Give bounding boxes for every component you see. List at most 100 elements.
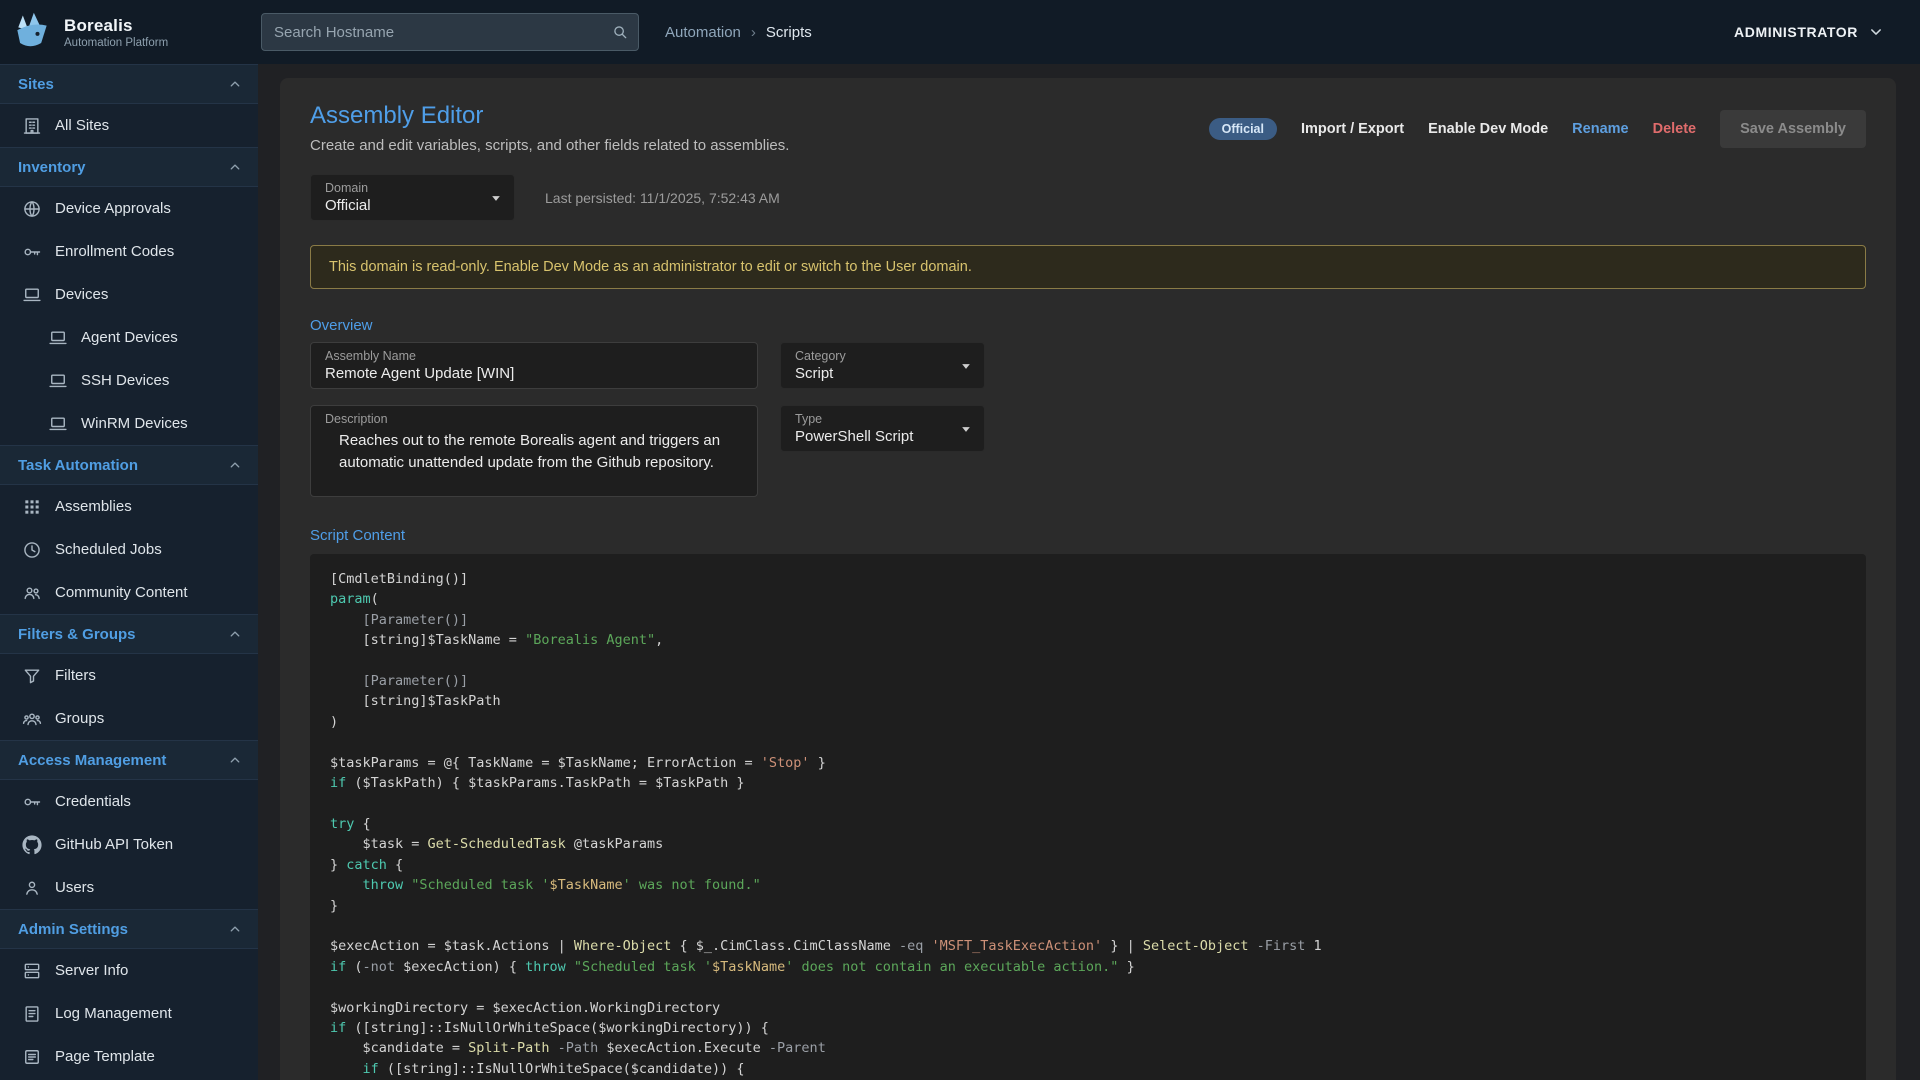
sidebar-section-access-management[interactable]: Access Management (0, 740, 258, 780)
code-line: if ($TaskPath) { $taskParams.TaskPath = … (330, 773, 1846, 793)
sidebar-item-community-content[interactable]: Community Content (0, 571, 258, 614)
sidebar-item-all-sites[interactable]: All Sites (0, 104, 258, 147)
chevron-down-icon (1866, 22, 1886, 42)
description-field[interactable]: Description Reaches out to the remote Bo… (310, 405, 758, 497)
code-line: if (-not $execAction) { throw "Scheduled… (330, 957, 1846, 977)
sidebar-item-page-template[interactable]: Page Template (0, 1035, 258, 1078)
sidebar-item-devices[interactable]: Devices (0, 273, 258, 316)
domain-select-value: Official (325, 197, 476, 214)
sidebar-item-label: Agent Devices (81, 329, 178, 346)
breadcrumb-separator: › (751, 24, 756, 41)
code-line (330, 651, 1846, 671)
sidebar-item-winrm-devices[interactable]: WinRM Devices (0, 402, 258, 445)
sidebar-item-enrollment-codes[interactable]: Enrollment Codes (0, 230, 258, 273)
app-root: Borealis Automation Platform Automation ›… (0, 0, 1920, 1080)
code-line: $task = Get-ScheduledTask @taskParams (330, 834, 1846, 854)
code-line: [Parameter()] (330, 610, 1846, 630)
brand-name: Borealis (64, 16, 168, 36)
save-assembly-button[interactable]: Save Assembly (1720, 110, 1866, 148)
domain-badge: Official (1209, 118, 1277, 140)
user-menu[interactable]: ADMINISTRATOR (1734, 22, 1886, 42)
rename-button[interactable]: Rename (1572, 121, 1628, 137)
overview-form: Assembly Name Remote Agent Update [WIN] … (310, 342, 1866, 497)
sidebar-section-inventory[interactable]: Inventory (0, 147, 258, 187)
sidebar-section-label: Admin Settings (18, 921, 128, 938)
groups-icon (22, 709, 42, 729)
sidebar: SitesAll Sites Inventory Device ApprovalsE… (0, 64, 258, 1080)
breadcrumb-item-scripts[interactable]: Scripts (766, 24, 812, 41)
sidebar-item-label: Log Management (55, 1005, 172, 1022)
code-line: throw "Scheduled task '$TaskName' was no… (330, 875, 1846, 895)
domain-select[interactable]: Domain Official (310, 174, 515, 221)
grid-icon (22, 497, 42, 517)
assembly-name-value: Remote Agent Update [WIN] (325, 365, 743, 382)
caret-down-icon (486, 188, 506, 208)
code-line: ) (330, 712, 1846, 732)
sidebar-item-users[interactable]: Users (0, 866, 258, 909)
search-icon (611, 23, 629, 41)
chevron-up-icon (226, 920, 244, 938)
user-icon (22, 878, 42, 898)
globe-icon (22, 199, 42, 219)
sidebar-item-ssh-devices[interactable]: SSH Devices (0, 359, 258, 402)
breadcrumb-item-automation[interactable]: Automation (665, 24, 741, 41)
code-line: if ([string]::IsNullOrWhiteSpace($workin… (330, 1018, 1846, 1038)
page-icon (22, 1047, 42, 1067)
topbar: Borealis Automation Platform Automation ›… (0, 0, 1920, 64)
code-line: } (330, 896, 1846, 916)
laptop-icon (48, 328, 68, 348)
main-content: Assembly Editor Create and edit variable… (258, 64, 1920, 1080)
assembly-editor-card: Assembly Editor Create and edit variable… (280, 78, 1896, 1080)
sidebar-item-server-info[interactable]: Server Info (0, 949, 258, 992)
delete-button[interactable]: Delete (1653, 121, 1697, 137)
sidebar-item-filters[interactable]: Filters (0, 654, 258, 697)
sidebar-item-label: Credentials (55, 793, 131, 810)
brand-text: Borealis Automation Platform (64, 16, 168, 49)
sidebar-item-scheduled-jobs[interactable]: Scheduled Jobs (0, 528, 258, 571)
sidebar-section-filters-groups[interactable]: Filters & Groups (0, 614, 258, 654)
sidebar-section-sites[interactable]: Sites (0, 64, 258, 104)
code-line: $candidate = Split-Path -Path $execActio… (330, 1038, 1846, 1058)
code-line: $taskParams = @{ TaskName = $TaskName; E… (330, 753, 1846, 773)
sidebar-section-label: Inventory (18, 159, 86, 176)
page-title: Assembly Editor (310, 102, 789, 130)
assembly-name-field[interactable]: Assembly Name Remote Agent Update [WIN] (310, 342, 758, 389)
sidebar-item-device-approvals[interactable]: Device Approvals (0, 187, 258, 230)
code-line (330, 977, 1846, 997)
code-line: try { (330, 814, 1846, 834)
laptop-icon (22, 285, 42, 305)
search-input[interactable] (261, 13, 639, 51)
code-line (330, 732, 1846, 752)
sidebar-section-admin-settings[interactable]: Admin Settings (0, 909, 258, 949)
sidebar-item-agent-devices[interactable]: Agent Devices (0, 316, 258, 359)
sidebar-item-label: SSH Devices (81, 372, 169, 389)
code-line: if ([string]::IsNullOrWhiteSpace($candid… (330, 1059, 1846, 1079)
import-export-button[interactable]: Import / Export (1301, 121, 1404, 137)
brand[interactable]: Borealis Automation Platform (0, 10, 258, 54)
category-select[interactable]: Category Script (780, 342, 985, 389)
category-value: Script (795, 365, 946, 382)
sidebar-section-label: Task Automation (18, 457, 138, 474)
sidebar-item-groups[interactable]: Groups (0, 697, 258, 740)
sidebar-item-label: Community Content (55, 584, 188, 601)
sidebar-item-label: Scheduled Jobs (55, 541, 162, 558)
sidebar-item-github-api-token[interactable]: GitHub API Token (0, 823, 258, 866)
category-label: Category (795, 349, 946, 363)
people-icon (22, 583, 42, 603)
type-value: PowerShell Script (795, 428, 946, 445)
editor-actions: Official Import / Export Enable Dev Mode… (1209, 110, 1866, 148)
sidebar-item-log-management[interactable]: Log Management (0, 992, 258, 1035)
enable-dev-mode-button[interactable]: Enable Dev Mode (1428, 121, 1548, 137)
sidebar-item-credentials[interactable]: Credentials (0, 780, 258, 823)
type-select[interactable]: Type PowerShell Script (780, 405, 985, 452)
script-code: [CmdletBinding()]param( [Parameter()] [s… (330, 569, 1846, 1080)
sidebar-item-assemblies[interactable]: Assemblies (0, 485, 258, 528)
sidebar-section-task-automation[interactable]: Task Automation (0, 445, 258, 485)
page-subtitle: Create and edit variables, scripts, and … (310, 137, 789, 154)
apartment-icon (22, 116, 42, 136)
script-editor[interactable]: [CmdletBinding()]param( [Parameter()] [s… (310, 554, 1866, 1080)
sidebar-item-label: Devices (55, 286, 108, 303)
caret-down-icon (956, 356, 976, 376)
domain-select-label: Domain (325, 181, 476, 195)
sidebar-item-label: Groups (55, 710, 104, 727)
